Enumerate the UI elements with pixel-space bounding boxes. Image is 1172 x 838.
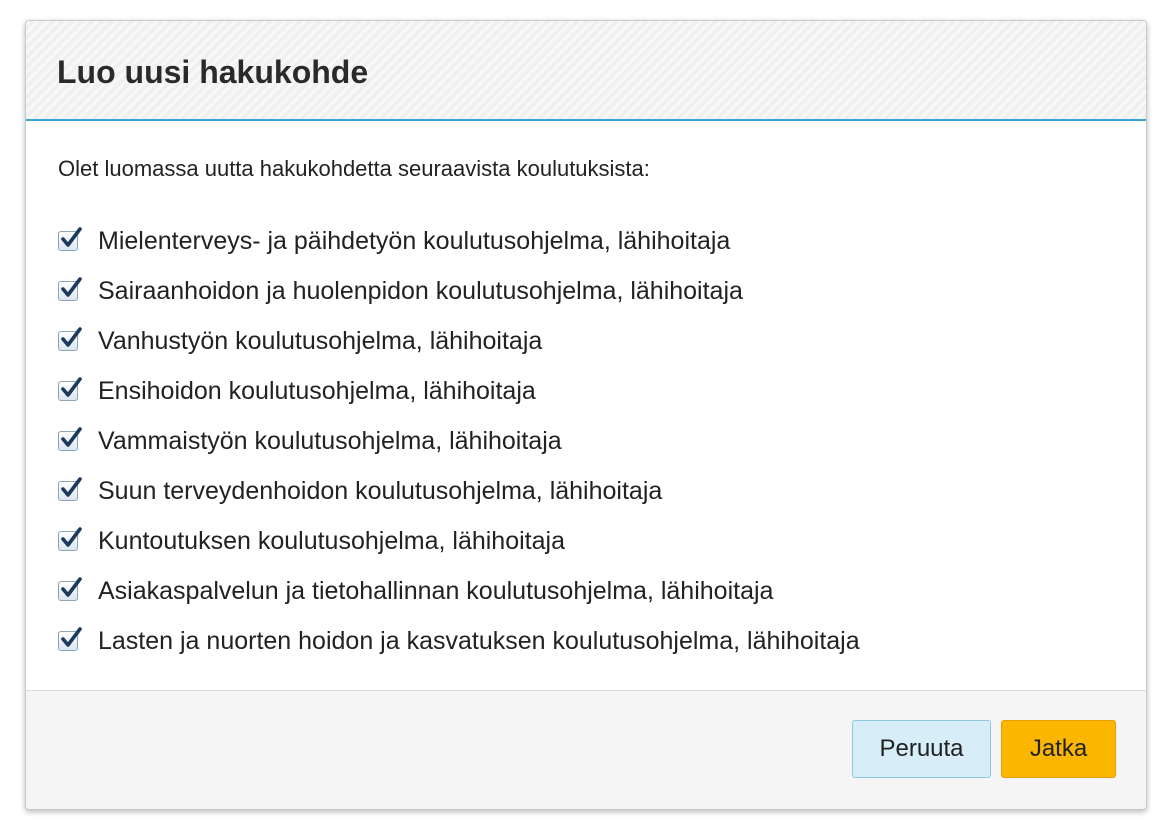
checkmark-icon [61,277,82,297]
course-label: Kuntoutuksen koulutusohjelma, lähihoitaj… [98,527,565,555]
course-item[interactable]: Ensihoidon koulutusohjelma, lähihoitaja [58,366,860,416]
course-checkbox[interactable] [58,277,82,301]
course-label: Lasten ja nuorten hoidon ja kasvatuksen … [98,627,860,655]
dialog-title: Luo uusi hakukohde [57,54,369,90]
checkmark-icon [61,227,82,247]
cancel-button[interactable]: Peruuta [852,720,991,778]
course-label: Vammaistyön koulutusohjelma, lähihoitaja [98,427,562,455]
course-item[interactable]: Vammaistyön koulutusohjelma, lähihoitaja [58,416,860,466]
intro-text: Olet luomassa uutta hakukohdetta seuraav… [58,156,650,181]
checkmark-icon [61,577,82,597]
course-item[interactable]: Mielenterveys- ja päihdetyön koulutusohj… [58,216,860,266]
dialog-body: Olet luomassa uutta hakukohdetta seuraav… [26,121,1146,691]
checkmark-icon [61,527,82,547]
course-label: Mielenterveys- ja päihdetyön koulutusohj… [98,227,731,255]
create-application-option-dialog: Luo uusi hakukohde Olet luomassa uutta h… [25,20,1147,810]
checkmark-icon [61,477,82,497]
course-item[interactable]: Lasten ja nuorten hoidon ja kasvatuksen … [58,616,860,666]
course-checkbox[interactable] [58,477,82,501]
course-checkbox[interactable] [58,427,82,451]
course-checkbox[interactable] [58,527,82,551]
checkmark-icon [61,327,82,347]
course-label: Vanhustyön koulutusohjelma, lähihoitaja [98,327,543,355]
course-list: Mielenterveys- ja päihdetyön koulutusohj… [58,216,860,666]
continue-button[interactable]: Jatka [1001,720,1116,778]
course-item[interactable]: Asiakaspalvelun ja tietohallinnan koulut… [58,566,860,616]
course-checkbox[interactable] [58,577,82,601]
course-item[interactable]: Suun terveydenhoidon koulutusohjelma, lä… [58,466,860,516]
course-label: Sairaanhoidon ja huolenpidon koulutusohj… [98,277,743,305]
course-checkbox[interactable] [58,327,82,351]
course-item[interactable]: Vanhustyön koulutusohjelma, lähihoitaja [58,316,860,366]
course-checkbox[interactable] [58,377,82,401]
course-item[interactable]: Sairaanhoidon ja huolenpidon koulutusohj… [58,266,860,316]
course-label: Suun terveydenhoidon koulutusohjelma, lä… [98,477,663,505]
checkmark-icon [61,427,82,447]
checkmark-icon [61,627,82,647]
dialog-header: Luo uusi hakukohde [26,21,1146,121]
course-checkbox[interactable] [58,627,82,651]
checkmark-icon [61,377,82,397]
course-label: Ensihoidon koulutusohjelma, lähihoitaja [98,377,536,405]
course-label: Asiakaspalvelun ja tietohallinnan koulut… [98,577,774,605]
course-checkbox[interactable] [58,227,82,251]
course-item[interactable]: Kuntoutuksen koulutusohjelma, lähihoitaj… [58,516,860,566]
dialog-footer: Peruuta Jatka [26,690,1146,809]
